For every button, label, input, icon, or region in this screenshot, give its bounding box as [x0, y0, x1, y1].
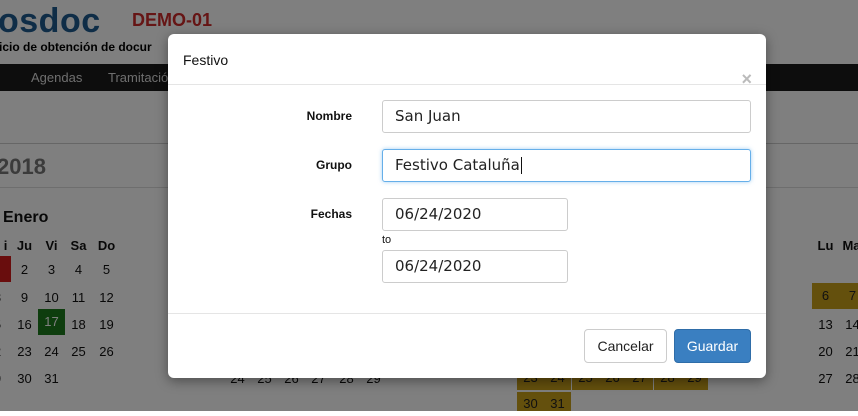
save-button[interactable]: Guardar [674, 329, 751, 363]
festivo-dialog: Festivo × Nombre San Juan Grupo Festivo … [168, 34, 766, 378]
close-icon[interactable]: × [741, 70, 752, 88]
fechas-label: Fechas [310, 207, 352, 221]
date-range-to-label: to [382, 234, 392, 246]
date-from-input[interactable]: 06/24/2020 [382, 198, 568, 231]
dialog-title: Festivo [183, 52, 229, 68]
dialog-header: Festivo × [168, 34, 766, 88]
date-to-input[interactable]: 06/24/2020 [382, 250, 568, 283]
cancel-button[interactable]: Cancelar [584, 329, 667, 363]
dialog-footer-divider [168, 313, 766, 314]
grupo-input[interactable]: Festivo Cataluña [382, 149, 751, 182]
nombre-input[interactable]: San Juan [382, 100, 751, 133]
grupo-input-value: Festivo Cataluña [395, 156, 520, 174]
text-caret [520, 157, 522, 174]
grupo-label: Grupo [316, 158, 352, 172]
nombre-label: Nombre [306, 109, 352, 123]
